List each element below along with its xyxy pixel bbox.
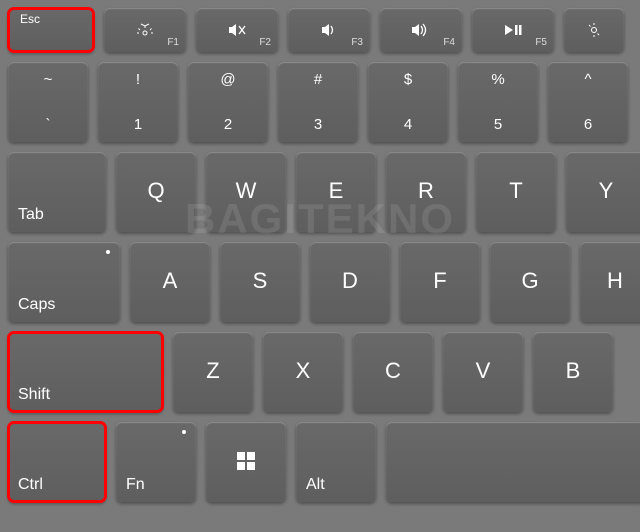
f-sub: F1 xyxy=(167,37,179,48)
tab-row: Tab Q W E R T Y xyxy=(8,152,640,232)
brightness-down-icon xyxy=(136,23,154,37)
w-key[interactable]: W xyxy=(206,152,286,232)
windows-icon xyxy=(236,451,256,471)
spacebar-key[interactable] xyxy=(386,422,640,502)
esc-label: Esc xyxy=(20,12,40,26)
shift-key[interactable]: Shift xyxy=(8,332,163,412)
num-5-key[interactable]: %5 xyxy=(458,62,538,142)
e-key[interactable]: E xyxy=(296,152,376,232)
f-sub: F4 xyxy=(443,37,455,48)
f-sub: F3 xyxy=(351,37,363,48)
f4-key[interactable]: F4 xyxy=(380,8,462,52)
volume-up-icon xyxy=(410,22,432,38)
r-key[interactable]: R xyxy=(386,152,466,232)
num-2-key[interactable]: @2 xyxy=(188,62,268,142)
num-1-key[interactable]: !1 xyxy=(98,62,178,142)
fn-key[interactable]: Fn xyxy=(116,422,196,502)
fn-row: Esc F1 F2 F3 xyxy=(8,8,640,52)
g-key[interactable]: G xyxy=(490,242,570,322)
caps-row: Caps A S D F G H xyxy=(8,242,640,322)
x-key[interactable]: X xyxy=(263,332,343,412)
f1-key[interactable]: F1 xyxy=(104,8,186,52)
num-3-key[interactable]: #3 xyxy=(278,62,358,142)
mute-icon xyxy=(227,22,247,38)
ctrl-key[interactable]: Ctrl xyxy=(8,422,106,502)
caps-key[interactable]: Caps xyxy=(8,242,120,322)
f2-key[interactable]: F2 xyxy=(196,8,278,52)
fn-indicator xyxy=(182,430,186,434)
esc-key[interactable]: Esc xyxy=(8,8,94,52)
windows-key[interactable] xyxy=(206,422,286,502)
b-key[interactable]: B xyxy=(533,332,613,412)
f5-key[interactable]: F5 xyxy=(472,8,554,52)
caps-indicator xyxy=(106,250,110,254)
num-row: ~` !1 @2 #3 $4 %5 ^6 xyxy=(8,62,640,142)
alt-key[interactable]: Alt xyxy=(296,422,376,502)
play-pause-icon xyxy=(503,23,523,37)
tab-key[interactable]: Tab xyxy=(8,152,106,232)
y-key[interactable]: Y xyxy=(566,152,640,232)
ctrl-row: Ctrl Fn Alt xyxy=(8,422,640,502)
z-key[interactable]: Z xyxy=(173,332,253,412)
volume-down-icon xyxy=(319,22,339,38)
d-key[interactable]: D xyxy=(310,242,390,322)
h-key[interactable]: H xyxy=(580,242,640,322)
f-sub: F2 xyxy=(259,37,271,48)
f6-key[interactable] xyxy=(564,8,624,52)
shift-row: Shift Z X C V B xyxy=(8,332,640,412)
f-key[interactable]: F xyxy=(400,242,480,322)
f-sub: F5 xyxy=(535,37,547,48)
s-key[interactable]: S xyxy=(220,242,300,322)
brightness-up-icon xyxy=(586,22,602,38)
backtick-key[interactable]: ~` xyxy=(8,62,88,142)
v-key[interactable]: V xyxy=(443,332,523,412)
q-key[interactable]: Q xyxy=(116,152,196,232)
t-key[interactable]: T xyxy=(476,152,556,232)
num-4-key[interactable]: $4 xyxy=(368,62,448,142)
keyboard: Esc F1 F2 F3 xyxy=(8,8,640,532)
num-6-key[interactable]: ^6 xyxy=(548,62,628,142)
a-key[interactable]: A xyxy=(130,242,210,322)
c-key[interactable]: C xyxy=(353,332,433,412)
f3-key[interactable]: F3 xyxy=(288,8,370,52)
